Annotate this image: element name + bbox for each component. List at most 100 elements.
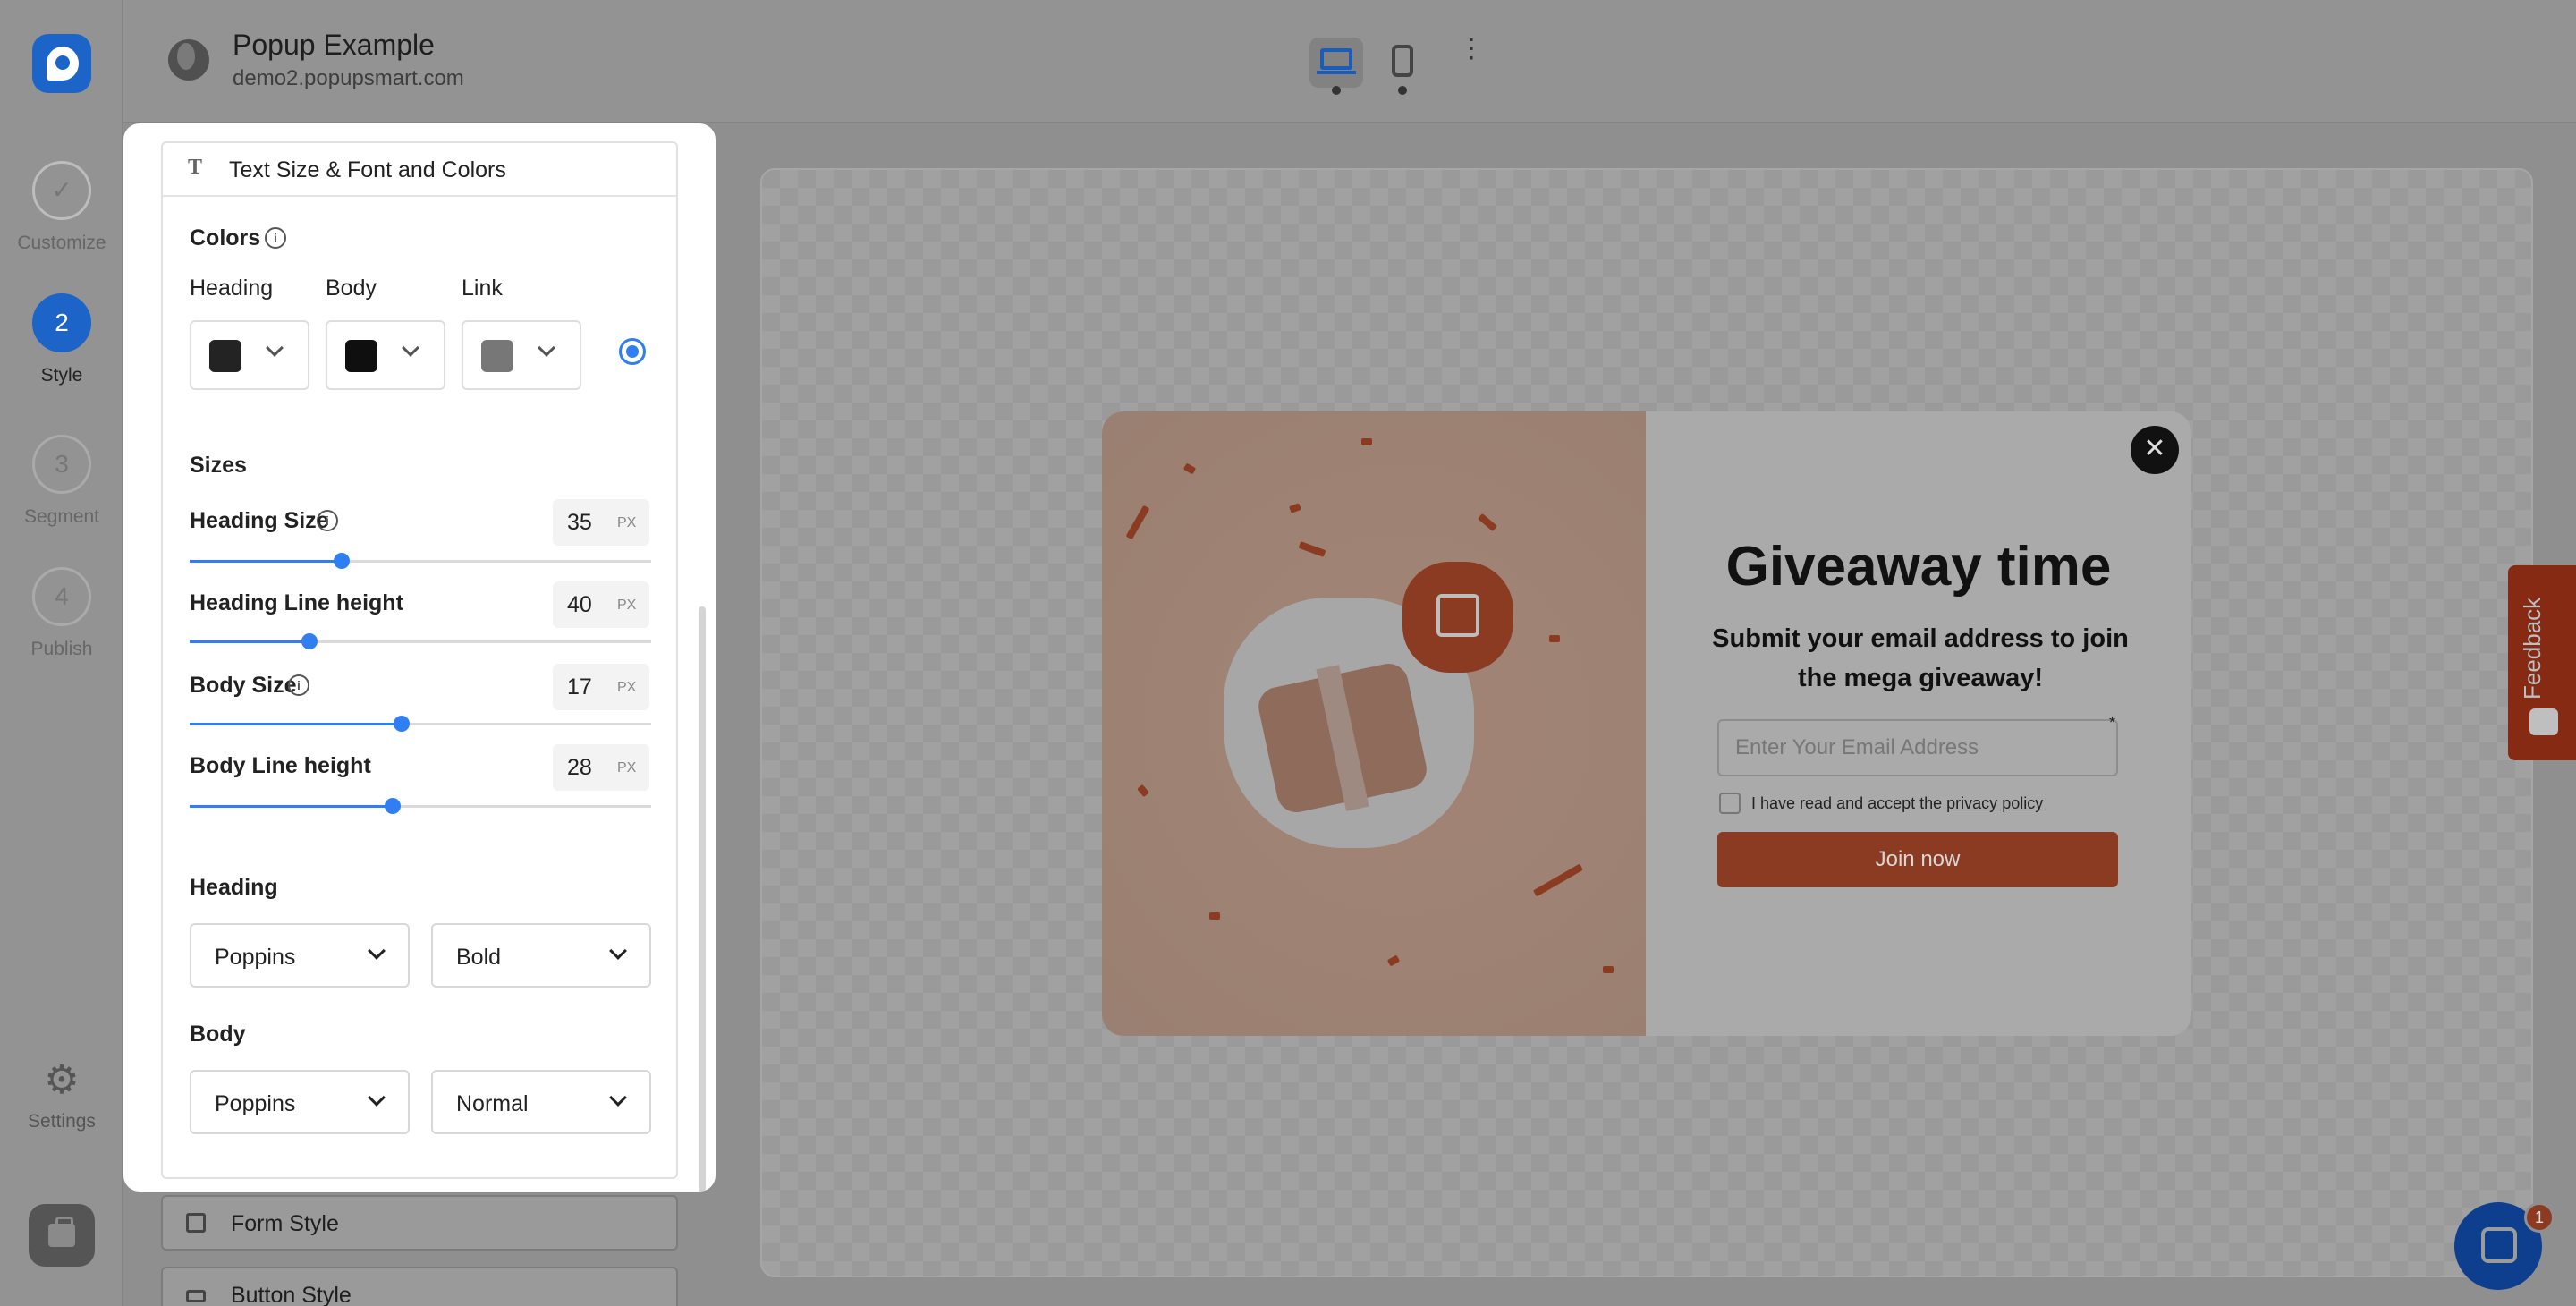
button-style-section[interactable]: Button Style <box>161 1267 678 1306</box>
selected-value: Poppins <box>215 1091 296 1116</box>
section-header[interactable]: T Text Size & Font and Colors <box>163 143 676 197</box>
body-font-family-select[interactable]: Poppins <box>190 1070 410 1134</box>
slider-handle[interactable] <box>394 716 411 732</box>
selected-value: Poppins <box>215 945 296 970</box>
slider-fill <box>190 805 394 808</box>
settings-button[interactable]: ⚙ Settings <box>0 1059 123 1132</box>
heading-font-weight-select[interactable]: Bold <box>431 923 651 988</box>
value: 17 <box>567 674 592 700</box>
body-size-input[interactable]: 17 PX <box>553 664 649 710</box>
info-icon[interactable]: i <box>288 674 309 696</box>
body-color-label: Body <box>326 276 377 301</box>
feedback-label: Feedback <box>2519 597 2546 700</box>
popup-close-icon[interactable]: ✕ <box>2131 426 2179 474</box>
unit: PX <box>617 680 637 695</box>
heading-font-label: Heading <box>190 875 278 900</box>
chevron-down-icon <box>609 942 627 960</box>
feedback-tab[interactable]: Feedback <box>2508 565 2576 760</box>
slider-handle[interactable] <box>301 633 318 649</box>
heading-line-height-slider[interactable] <box>190 633 651 649</box>
sizes-label: Sizes <box>190 453 247 478</box>
panel-scrollbar[interactable] <box>699 606 706 1192</box>
step-segment[interactable]: 3 Segment <box>0 435 123 528</box>
consent-prefix: I have read and accept the <box>1751 794 1943 812</box>
info-icon[interactable]: i <box>265 227 286 249</box>
section-label: Button Style <box>231 1283 352 1306</box>
text-size-font-colors-section: T Text Size & Font and Colors Colors i H… <box>161 141 678 1179</box>
popupsmart-logo[interactable] <box>32 34 91 93</box>
step-number: 2 <box>32 293 91 352</box>
heading-line-height-label: Heading Line height <box>190 590 403 615</box>
chat-unread-badge: 1 <box>2524 1202 2555 1233</box>
desktop-icon <box>1317 48 1356 74</box>
heading-size-slider[interactable] <box>190 553 651 569</box>
style-settings-panel: T Text Size & Font and Colors Colors i H… <box>123 123 716 1192</box>
chevron-down-icon <box>402 339 419 357</box>
desktop-indicator-dot <box>1332 86 1341 95</box>
chevron-down-icon <box>609 1089 627 1107</box>
chevron-down-icon <box>538 339 555 357</box>
value: 28 <box>567 755 592 780</box>
email-input[interactable]: Enter Your Email Address <box>1717 719 2118 776</box>
more-options-icon[interactable]: ⋮ <box>1458 36 1485 63</box>
slider-handle[interactable] <box>334 553 351 569</box>
step-style[interactable]: 2 Style <box>0 293 123 386</box>
body-line-height-slider[interactable] <box>190 798 651 814</box>
body-size-slider[interactable] <box>190 716 651 732</box>
join-now-button[interactable]: Join now <box>1717 832 2118 887</box>
gear-icon: ⚙ <box>44 1058 80 1102</box>
mobile-indicator-dot <box>1398 86 1407 95</box>
body-line-height-label: Body Line height <box>190 753 371 778</box>
body-size-label: Body Size <box>190 673 297 698</box>
heading-color-picker[interactable] <box>190 320 309 390</box>
heading-size-input[interactable]: 35 PX <box>553 499 649 546</box>
chevron-down-icon <box>266 339 284 357</box>
form-style-section[interactable]: Form Style <box>161 1195 678 1251</box>
popup-title: Giveaway time <box>1725 536 2112 598</box>
heading-line-height-input[interactable]: 40 PX <box>553 581 649 628</box>
consent-text: I have read and accept the privacy polic… <box>1751 794 2043 813</box>
text-type-icon: T <box>188 156 203 179</box>
feedback-face-icon <box>2529 708 2558 735</box>
section-label: Form Style <box>231 1211 339 1236</box>
step-label: Publish <box>30 639 93 659</box>
gift-illustration <box>1102 411 1646 1036</box>
briefcase-icon[interactable] <box>29 1204 95 1267</box>
top-header: Popup Example demo2.popupsmart.com ⋮ <box>123 0 2576 123</box>
settings-label: Settings <box>28 1111 96 1132</box>
unit: PX <box>617 515 637 530</box>
campaign-domain: demo2.popupsmart.com <box>233 66 464 90</box>
mobile-icon <box>1392 45 1413 77</box>
left-navigation: ✓ Customize 2 Style 3 Segment 4 Publish … <box>0 0 123 1306</box>
heading-font-family-select[interactable]: Poppins <box>190 923 410 988</box>
link-color-picker[interactable] <box>462 320 581 390</box>
step-customize[interactable]: ✓ Customize <box>0 161 123 254</box>
slider-handle[interactable] <box>385 798 402 814</box>
body-font-weight-select[interactable]: Normal <box>431 1070 651 1134</box>
color-swatch <box>209 340 242 372</box>
step-label: Segment <box>23 506 100 527</box>
info-icon[interactable]: i <box>317 510 338 531</box>
value: 35 <box>567 510 592 535</box>
color-mode-radio[interactable] <box>619 338 646 365</box>
check-icon: ✓ <box>32 161 91 220</box>
section-title: Text Size & Font and Colors <box>229 157 506 182</box>
globe-icon <box>168 39 209 81</box>
mobile-view-button[interactable] <box>1376 38 1429 88</box>
chevron-down-icon <box>368 1089 386 1107</box>
logo-mark-icon <box>47 47 79 81</box>
form-icon <box>186 1213 206 1233</box>
step-publish[interactable]: 4 Publish <box>0 567 123 660</box>
desktop-view-button[interactable] <box>1309 38 1363 88</box>
selected-value: Bold <box>456 945 502 970</box>
body-color-picker[interactable] <box>326 320 445 390</box>
link-color-label: Link <box>462 276 503 301</box>
color-swatch <box>481 340 513 372</box>
body-line-height-input[interactable]: 28 PX <box>553 744 649 791</box>
consent-checkbox[interactable] <box>1719 793 1741 814</box>
heading-size-label: Heading Size <box>190 508 329 533</box>
privacy-policy-link[interactable]: privacy policy <box>1946 794 2043 812</box>
unit: PX <box>617 598 637 613</box>
chevron-down-icon <box>368 942 386 960</box>
colors-label: Colors <box>190 225 261 250</box>
